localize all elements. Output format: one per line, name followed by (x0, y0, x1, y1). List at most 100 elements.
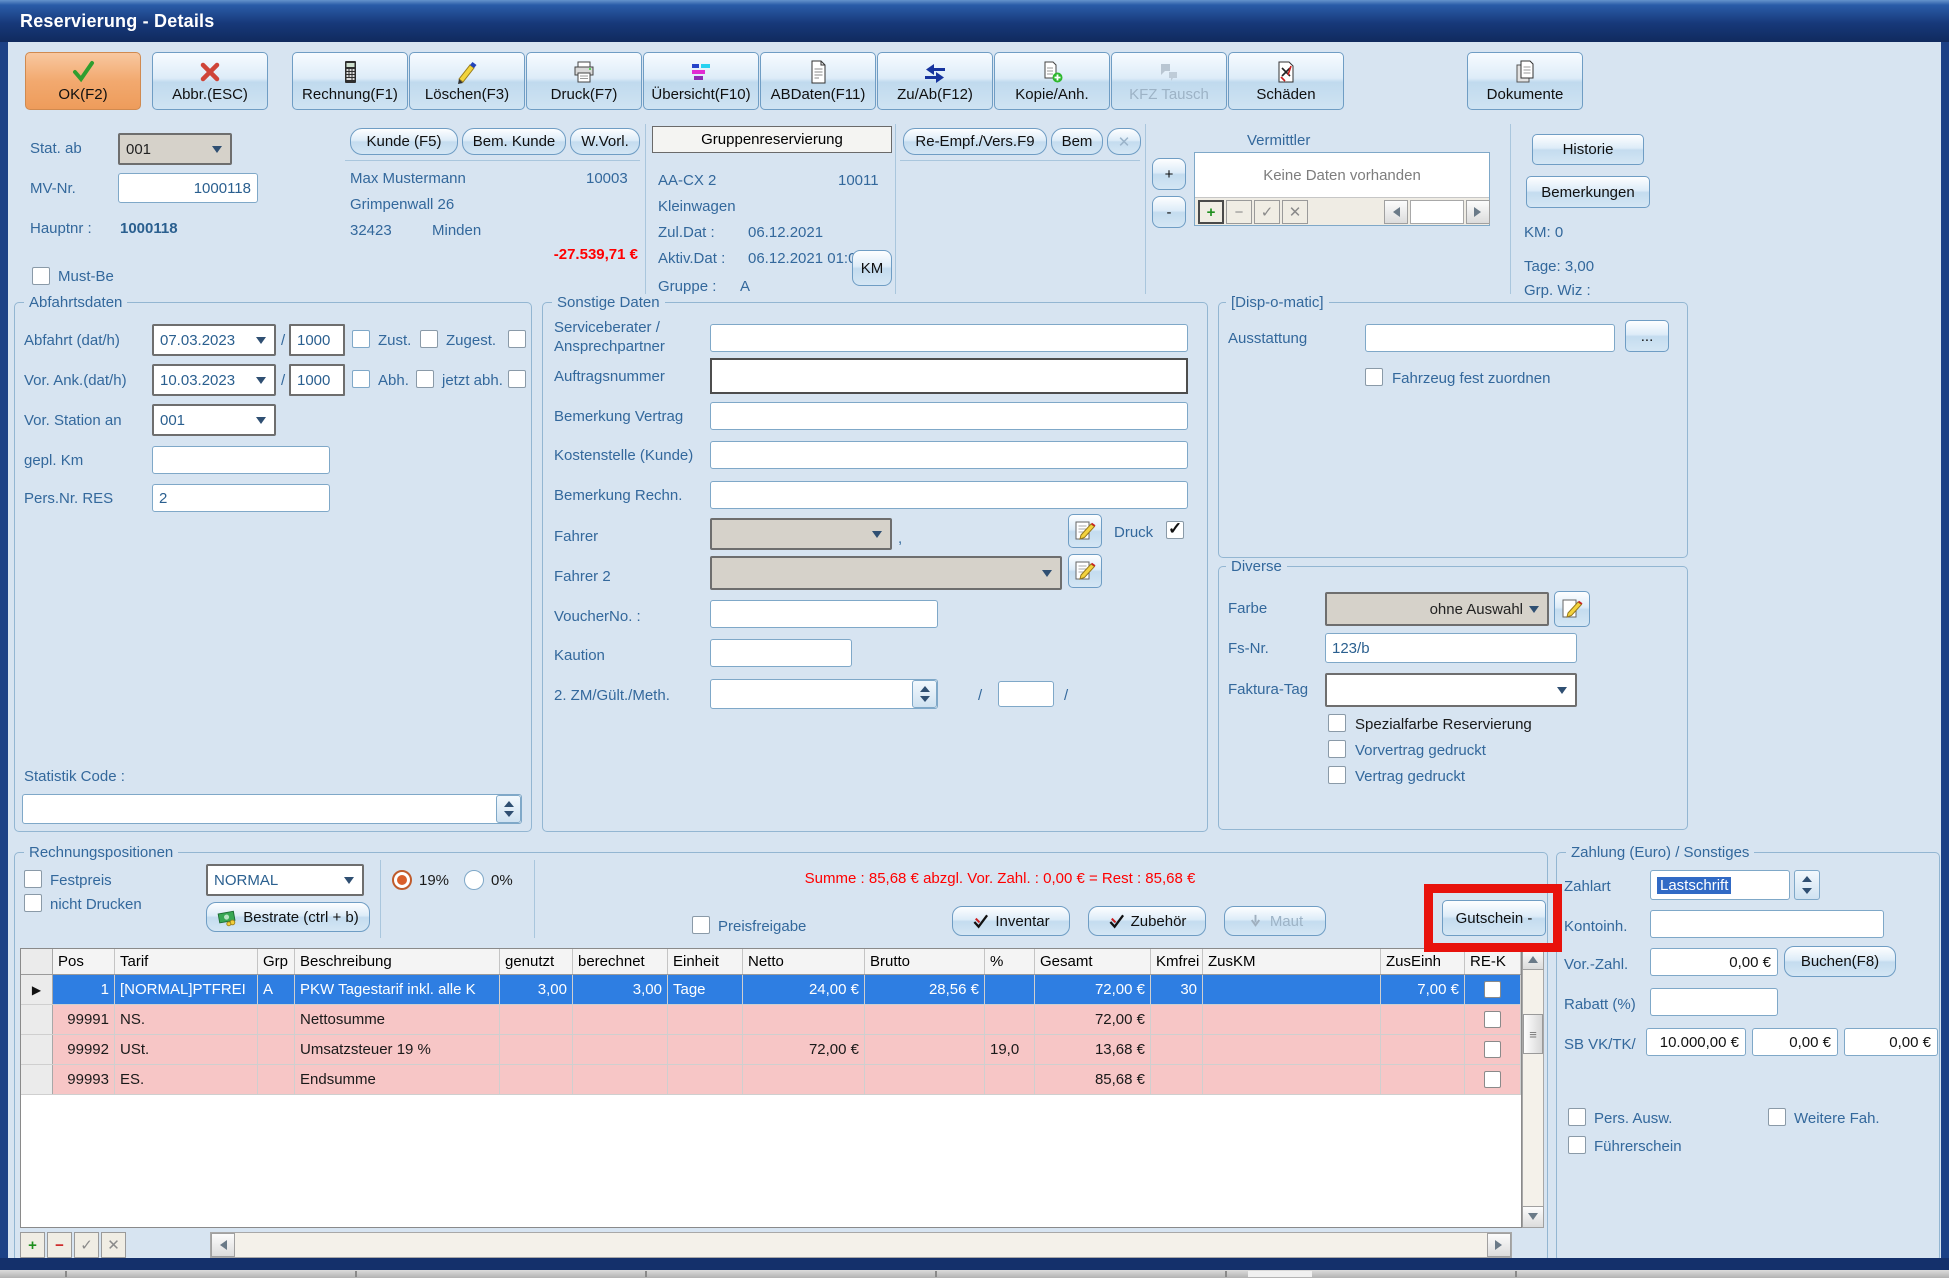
row-confirm-button[interactable]: ✓ (74, 1232, 99, 1258)
bem-kunde-button[interactable]: Bem. Kunde (462, 128, 566, 155)
vermittler-nav-remove-button[interactable]: − (1226, 200, 1252, 224)
zubehoer-button[interactable]: Zubehör (1088, 906, 1206, 936)
gutschein-button[interactable]: Gutschein - (1442, 900, 1546, 936)
kostenstelle-input[interactable] (710, 441, 1188, 469)
mv-nr-input[interactable]: 1000118 (118, 173, 258, 203)
bestrate-button[interactable]: Bestrate (ctrl + b) (206, 902, 370, 932)
abfahrt-date-select[interactable]: 07.03.2023 (152, 324, 276, 356)
table-scroll-right[interactable] (1487, 1233, 1511, 1257)
cancel-button[interactable]: Abbr.(ESC) (152, 52, 268, 110)
reempf-bem-button[interactable]: Bem (1051, 128, 1103, 155)
table-row[interactable]: 99991NS.Nettosumme72,00 € (21, 1005, 1521, 1035)
reempf-button[interactable]: Re-Empf./Vers.F9 (903, 128, 1047, 155)
table-cell[interactable] (1465, 1065, 1521, 1094)
kontoinh-input[interactable] (1650, 910, 1884, 938)
zahlart-spinner[interactable] (1794, 870, 1820, 900)
gruppenreservierung-button[interactable]: Gruppenreservierung (652, 126, 892, 153)
zm-spinner[interactable] (912, 680, 937, 708)
ok-button[interactable]: OK(F2) (25, 52, 141, 110)
sb-vk-input[interactable]: 10.000,00 € (1646, 1028, 1746, 1056)
table-scroll-down[interactable] (1522, 1206, 1544, 1228)
station-select[interactable]: 001 (152, 404, 276, 436)
vermittler-scroll-track[interactable] (1410, 200, 1464, 224)
weitere-fah-checkbox[interactable] (1768, 1108, 1786, 1126)
bemerkungen-button[interactable]: Bemerkungen (1526, 176, 1650, 208)
sb-extra-input[interactable]: 0,00 € (1844, 1028, 1938, 1056)
spezialfarbe-checkbox[interactable] (1328, 714, 1346, 732)
vermittler-scroll-left[interactable] (1384, 200, 1408, 224)
reempf-close-button[interactable]: ✕ (1107, 128, 1141, 155)
sb-tk-input[interactable]: 0,00 € (1752, 1028, 1838, 1056)
documents-button[interactable]: Dokumente (1467, 52, 1583, 110)
re-k-checkbox[interactable] (1484, 1041, 1501, 1058)
pers-ausw-checkbox[interactable] (1568, 1108, 1586, 1126)
serviceberater-input[interactable] (710, 324, 1188, 352)
kunde-button[interactable]: Kunde (F5) (350, 128, 458, 155)
table-header-cell[interactable]: ZusEinh (1381, 949, 1465, 974)
buchen-button[interactable]: Buchen(F8) (1784, 946, 1896, 977)
zuab-button[interactable]: Zu/Ab(F12) (877, 52, 993, 110)
rabatt-input[interactable] (1650, 988, 1778, 1016)
table-header-cell[interactable]: Kmfrei (1151, 949, 1203, 974)
table-row[interactable]: 1[NORMAL]PTFREIAPKW Tagestarif inkl. all… (21, 975, 1521, 1005)
vat-19-radio[interactable] (392, 870, 412, 890)
table-header-cell[interactable]: Einheit (668, 949, 743, 974)
table-header-cell[interactable]: Grp (258, 949, 295, 974)
table-cell[interactable] (1465, 975, 1521, 1004)
row-add-button[interactable]: + (20, 1232, 45, 1258)
fahrer2-edit-button[interactable] (1068, 554, 1102, 588)
abdaten-button[interactable]: ABDaten(F11) (760, 52, 876, 110)
ausstattung-more-button[interactable]: ... (1625, 320, 1669, 352)
vermittler-remove-button[interactable]: - (1152, 196, 1186, 228)
nicht-drucken-checkbox[interactable] (24, 894, 42, 912)
km-button[interactable]: KM (852, 250, 892, 286)
table-header-cell[interactable]: Pos (53, 949, 115, 974)
vertrag-checkbox[interactable] (1328, 766, 1346, 784)
fahrer-edit-button[interactable] (1068, 514, 1102, 548)
vermittler-add-button[interactable]: + (1152, 158, 1186, 190)
farbe-edit-button[interactable] (1554, 591, 1590, 627)
table-hscrollbar[interactable] (210, 1232, 1512, 1258)
stat-ab-select[interactable]: 001 (118, 133, 232, 165)
copy-button[interactable]: Kopie/Anh. (994, 52, 1110, 110)
row-cancel-button[interactable]: ✕ (101, 1232, 126, 1258)
vorvertrag-checkbox[interactable] (1328, 740, 1346, 758)
vermittler-nav-add-button[interactable]: + (1198, 200, 1224, 224)
must-be-checkbox[interactable] (32, 267, 50, 285)
gepl-km-input[interactable] (152, 446, 330, 474)
bemerkung-rechn-input[interactable] (710, 481, 1188, 509)
table-cell[interactable] (1465, 1005, 1521, 1034)
jetzt-abh-checkbox[interactable] (508, 370, 526, 388)
zm-input[interactable] (710, 679, 938, 709)
wvorl-button[interactable]: W.Vorl. (570, 128, 640, 155)
fahrzeug-fest-checkbox[interactable] (1365, 368, 1383, 386)
table-scroll-thumb[interactable]: ≡ (1523, 1014, 1543, 1054)
re-k-checkbox[interactable] (1484, 1011, 1501, 1028)
table-header-cell[interactable]: ZusKM (1203, 949, 1381, 974)
voucher-input[interactable] (710, 600, 938, 628)
table-header-cell[interactable]: Tarif (115, 949, 258, 974)
row-remove-button[interactable]: − (47, 1232, 72, 1258)
vermittler-nav-cancel-button[interactable]: ✕ (1282, 200, 1308, 224)
tarif-select[interactable]: NORMAL (206, 864, 364, 896)
festpreis-checkbox[interactable] (24, 870, 42, 888)
persnr-input[interactable]: 2 (152, 484, 330, 512)
ausstattung-input[interactable] (1365, 324, 1615, 352)
overview-button[interactable]: Übersicht(F10) (643, 52, 759, 110)
zahlart-input[interactable]: Lastschrift (1650, 870, 1790, 900)
vermittler-scroll-right[interactable] (1466, 200, 1490, 224)
table-scroll-up[interactable] (1522, 948, 1544, 970)
vorank-time-input[interactable]: 1000 (289, 364, 345, 396)
table-header-cell[interactable]: genutzt (500, 949, 573, 974)
table-header-cell[interactable]: Brutto (865, 949, 985, 974)
vat-0-radio[interactable] (464, 870, 484, 890)
vermittler-nav-confirm-button[interactable]: ✓ (1254, 200, 1280, 224)
zugest-checkbox[interactable] (508, 330, 526, 348)
damage-button[interactable]: Schäden (1228, 52, 1344, 110)
table-header-cell[interactable]: berechnet (573, 949, 668, 974)
invoice-button[interactable]: Rechnung(F1) (292, 52, 408, 110)
statistik-spinner[interactable] (496, 795, 521, 823)
fuehrerschein-checkbox[interactable] (1568, 1136, 1586, 1154)
abh-pre-checkbox[interactable] (352, 370, 370, 388)
druck-checkbox[interactable] (1166, 521, 1184, 539)
